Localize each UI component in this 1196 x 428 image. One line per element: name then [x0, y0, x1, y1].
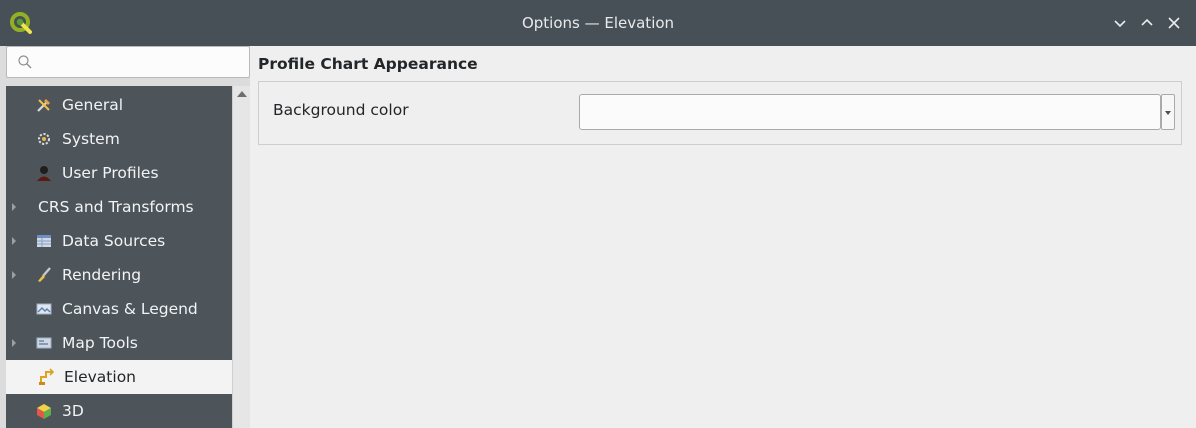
section-title: Profile Chart Appearance	[258, 55, 478, 73]
close-icon	[1168, 17, 1180, 29]
sidebar-item-user-profiles[interactable]: User Profiles	[6, 156, 232, 190]
maximize-icon	[1141, 18, 1153, 26]
window-title: Options — Elevation	[521, 14, 675, 32]
sidebar-scrollbar[interactable]	[232, 86, 250, 428]
title-bar: Options — Elevation	[0, 0, 1196, 46]
sidebar-item-label: 3D	[62, 402, 84, 420]
sidebar-item-label: CRS and Transforms	[38, 198, 194, 216]
sidebar-item-data-sources[interactable]: Data Sources	[6, 224, 232, 258]
user-icon	[37, 166, 51, 181]
map-canvas-icon	[36, 303, 52, 315]
sidebar-item-label: Canvas & Legend	[62, 300, 198, 318]
sidebar-item-general[interactable]: General	[6, 88, 232, 122]
sidebar-item-label: Rendering	[62, 266, 142, 284]
color-dropdown-button[interactable]	[1161, 94, 1175, 130]
system-icon	[38, 133, 50, 145]
close-button[interactable]	[1164, 13, 1184, 33]
sidebar-item-label: User Profiles	[62, 164, 159, 182]
map-tools-icon	[36, 337, 52, 349]
sidebar-item-system[interactable]: System	[6, 122, 232, 156]
paintbrush-icon	[38, 267, 51, 282]
search-input[interactable]	[41, 51, 241, 73]
options-category-list[interactable]: General System User Profiles CRS and Tra…	[6, 86, 232, 428]
options-page-elevation: Profile Chart Appearance Background colo…	[250, 46, 1196, 428]
table-icon	[37, 235, 51, 247]
expand-arrow-icon[interactable]	[12, 237, 16, 245]
sidebar-item-label: General	[62, 96, 124, 114]
search-icon	[18, 55, 32, 69]
sidebar-item-rendering[interactable]: Rendering	[6, 258, 232, 292]
minimize-icon	[1114, 20, 1126, 28]
chevron-down-icon	[1165, 111, 1171, 115]
options-sidebar: General System User Profiles CRS and Tra…	[0, 46, 250, 428]
sidebar-item-elevation[interactable]: Elevation	[6, 360, 232, 394]
tools-icon	[37, 99, 50, 112]
sidebar-item-3d[interactable]: 3D	[6, 394, 232, 428]
expand-arrow-icon[interactable]	[12, 203, 16, 211]
sidebar-item-label: Map Tools	[62, 334, 138, 352]
sidebar-item-crs-and-transforms[interactable]: CRS and Transforms	[6, 190, 232, 224]
sidebar-item-label: Elevation	[64, 368, 136, 386]
elevation-icon	[39, 368, 55, 385]
maximize-button[interactable]	[1137, 13, 1157, 33]
sidebar-item-label: System	[62, 130, 120, 148]
sidebar-item-map-tools[interactable]: Map Tools	[6, 326, 232, 360]
expand-arrow-icon[interactable]	[12, 271, 16, 279]
background-color-label: Background color	[273, 101, 409, 119]
minimize-button[interactable]	[1110, 13, 1130, 33]
background-color-button[interactable]	[579, 94, 1161, 130]
sidebar-item-label: Data Sources	[62, 232, 166, 250]
scroll-up-icon[interactable]	[237, 91, 247, 97]
expand-arrow-icon[interactable]	[12, 339, 16, 347]
search-box[interactable]	[6, 46, 250, 78]
profile-chart-appearance-group: Background color	[258, 81, 1182, 145]
sidebar-item-canvas-legend[interactable]: Canvas & Legend	[6, 292, 232, 326]
cube-3d-icon	[37, 404, 51, 419]
